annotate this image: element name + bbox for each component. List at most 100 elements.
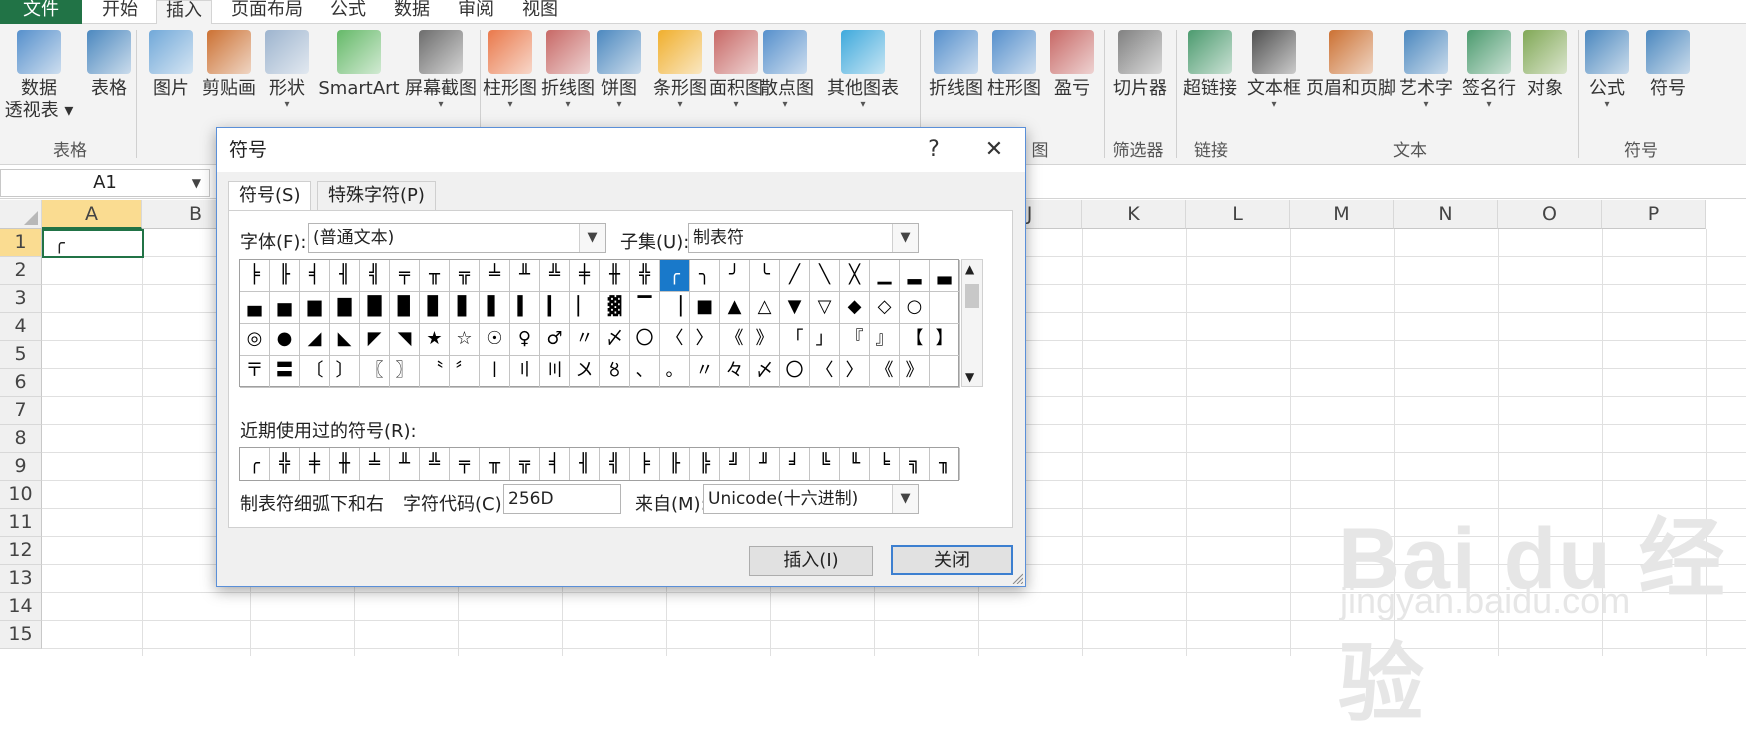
ribbon-button-slicer[interactable]: 切片器 [1110,30,1170,100]
symbol-cell[interactable]: ◇ [870,292,900,324]
tab-symbols[interactable]: 符号(S) [228,181,312,212]
symbol-cell[interactable]: 〃 [570,324,600,356]
ribbon-button-screenshot[interactable]: 屏幕截图 ▾ [402,30,480,110]
tab-insert[interactable]: 插入 [156,0,212,26]
cell-a1[interactable]: ╭ [42,229,144,258]
row-header-1[interactable]: 1 [0,229,42,257]
symbol-cell[interactable]: 〇 [780,356,810,388]
symbol-cell[interactable]: ╞ [240,260,270,292]
recent-symbol-cell[interactable]: ╪ [300,448,330,480]
symbol-cell[interactable]: 〉 [840,356,870,388]
symbol-cell[interactable]: ╧ [480,260,510,292]
symbol-cell[interactable]: ╢ [330,260,360,292]
scroll-up-icon[interactable]: ▲ [965,262,974,276]
row-header-4[interactable]: 4 [0,313,42,341]
symbol-cell[interactable]: ▇ [330,292,360,324]
symbol-cell[interactable]: ▽ [810,292,840,324]
symbol-cell[interactable]: 〗 [390,356,420,388]
symbol-cell[interactable]: ▂ [900,260,930,292]
symbol-cell[interactable]: ╳ [840,260,870,292]
symbol-cell[interactable]: ▋ [450,292,480,324]
symbol-cell[interactable]: ╟ [270,260,300,292]
recent-symbol-cell[interactable]: ╣ [600,448,630,480]
tab-special-characters[interactable]: 特殊字符(P) [317,181,436,211]
select-all-corner[interactable] [0,200,42,229]
character-code-input[interactable]: 256D [503,484,621,514]
ribbon-button-sparkline-column[interactable]: 柱形图 [986,30,1042,100]
symbol-cell[interactable]: ╫ [600,260,630,292]
tab-data[interactable]: 数据 [384,0,440,24]
column-header-n[interactable]: N [1394,200,1498,229]
close-button[interactable]: 关闭 [891,545,1013,575]
ribbon-button-scatter-chart[interactable]: 散点图 ▾ [760,30,814,110]
symbol-grid-scrollbar[interactable]: ▲ ▼ [961,259,983,387]
recent-symbol-cell[interactable]: ╩ [420,448,450,480]
symbol-cell[interactable]: 〣 [540,356,570,388]
chevron-down-icon[interactable]: ▼ [892,224,918,252]
symbol-cell[interactable]: ◣ [330,324,360,356]
ribbon-button-table[interactable]: 表格 [78,30,140,100]
ribbon-button-smartart[interactable]: SmartArt [318,30,400,100]
recent-symbol-cell[interactable]: ╜ [750,448,780,480]
symbol-cell[interactable]: ▌ [480,292,510,324]
symbol-cell[interactable]: ╥ [420,260,450,292]
ribbon-button-object[interactable]: 对象 [1520,30,1570,100]
row-header-7[interactable]: 7 [0,397,42,425]
symbol-cell[interactable]: ▔ [630,292,660,324]
ribbon-button-clipart[interactable]: 剪贴画 [200,30,258,100]
row-header-15[interactable]: 15 [0,621,42,649]
symbol-cell[interactable]: 〥 [600,356,630,388]
recent-symbol-cell[interactable]: ╢ [570,448,600,480]
symbol-cell[interactable]: 』 [870,324,900,356]
symbol-cell[interactable]: ╬ [630,260,660,292]
symbol-cell[interactable]: ♀ [510,324,540,356]
recent-symbol-cell[interactable]: ╖ [930,448,960,480]
symbol-cell[interactable]: █ [360,292,390,324]
symbol-cell[interactable]: ◤ [360,324,390,356]
tab-formulas[interactable]: 公式 [320,0,376,24]
row-header-11[interactable]: 11 [0,509,42,537]
symbol-cell[interactable]: 〆 [750,356,780,388]
symbol-cell[interactable]: 〡 [480,356,510,388]
symbol-cell[interactable]: 〉 [690,324,720,356]
ribbon-button-bar-chart[interactable]: 条形图 ▾ [652,30,708,110]
tab-home[interactable]: 开始 [90,0,150,24]
symbol-cell[interactable]: ○ [900,292,930,324]
symbol-cell[interactable]: ╲ [810,260,840,292]
symbol-cell[interactable]: ▁ [870,260,900,292]
symbol-cell[interactable]: 》 [750,324,780,356]
recent-symbol-cell[interactable]: ╥ [480,448,510,480]
symbol-cell[interactable]: ▏ [570,292,600,324]
symbol-cell[interactable] [930,356,960,388]
symbol-cell[interactable]: 〢 [510,356,540,388]
row-header-6[interactable]: 6 [0,369,42,397]
symbol-cell[interactable]: ▃ [930,260,960,292]
symbol-cell[interactable]: ╡ [300,260,330,292]
scrollbar-thumb[interactable] [965,284,979,308]
symbol-cell[interactable]: ╰ [750,260,780,292]
recent-symbol-cell[interactable]: ╙ [840,448,870,480]
symbol-cell[interactable]: ☆ [450,324,480,356]
symbol-cell[interactable]: ▕ [660,292,690,324]
ribbon-button-sparkline-line[interactable]: 折线图 [928,30,984,100]
symbol-cell[interactable]: ╪ [570,260,600,292]
symbol-cell[interactable]: 〈 [660,324,690,356]
row-header-13[interactable]: 13 [0,565,42,593]
symbol-cell[interactable]: ◎ [240,324,270,356]
ribbon-button-symbol[interactable]: 符号 [1640,30,1696,100]
symbol-cell[interactable]: ☉ [480,324,510,356]
ribbon-button-other-charts[interactable]: 其他图表 ▾ [812,30,914,110]
row-header-2[interactable]: 2 [0,257,42,285]
ribbon-button-equation[interactable]: 公式 ▾ [1582,30,1632,110]
row-header-9[interactable]: 9 [0,453,42,481]
help-button[interactable]: ? [917,134,951,166]
recent-symbol-cell[interactable]: ╡ [540,448,570,480]
ribbon-button-line-chart[interactable]: 折线图 ▾ [540,30,596,110]
ribbon-button-pivot-table[interactable]: 数据 透视表 ▾ [4,30,74,122]
insert-button[interactable]: 插入(I) [749,546,873,576]
recent-symbol-cell[interactable]: ╬ [270,448,300,480]
symbol-cell[interactable]: ◆ [840,292,870,324]
ribbon-button-textbox[interactable]: 文本框 ▾ [1246,30,1302,110]
symbol-cell[interactable]: 〆 [600,324,630,356]
symbol-cell[interactable]: ▲ [720,292,750,324]
